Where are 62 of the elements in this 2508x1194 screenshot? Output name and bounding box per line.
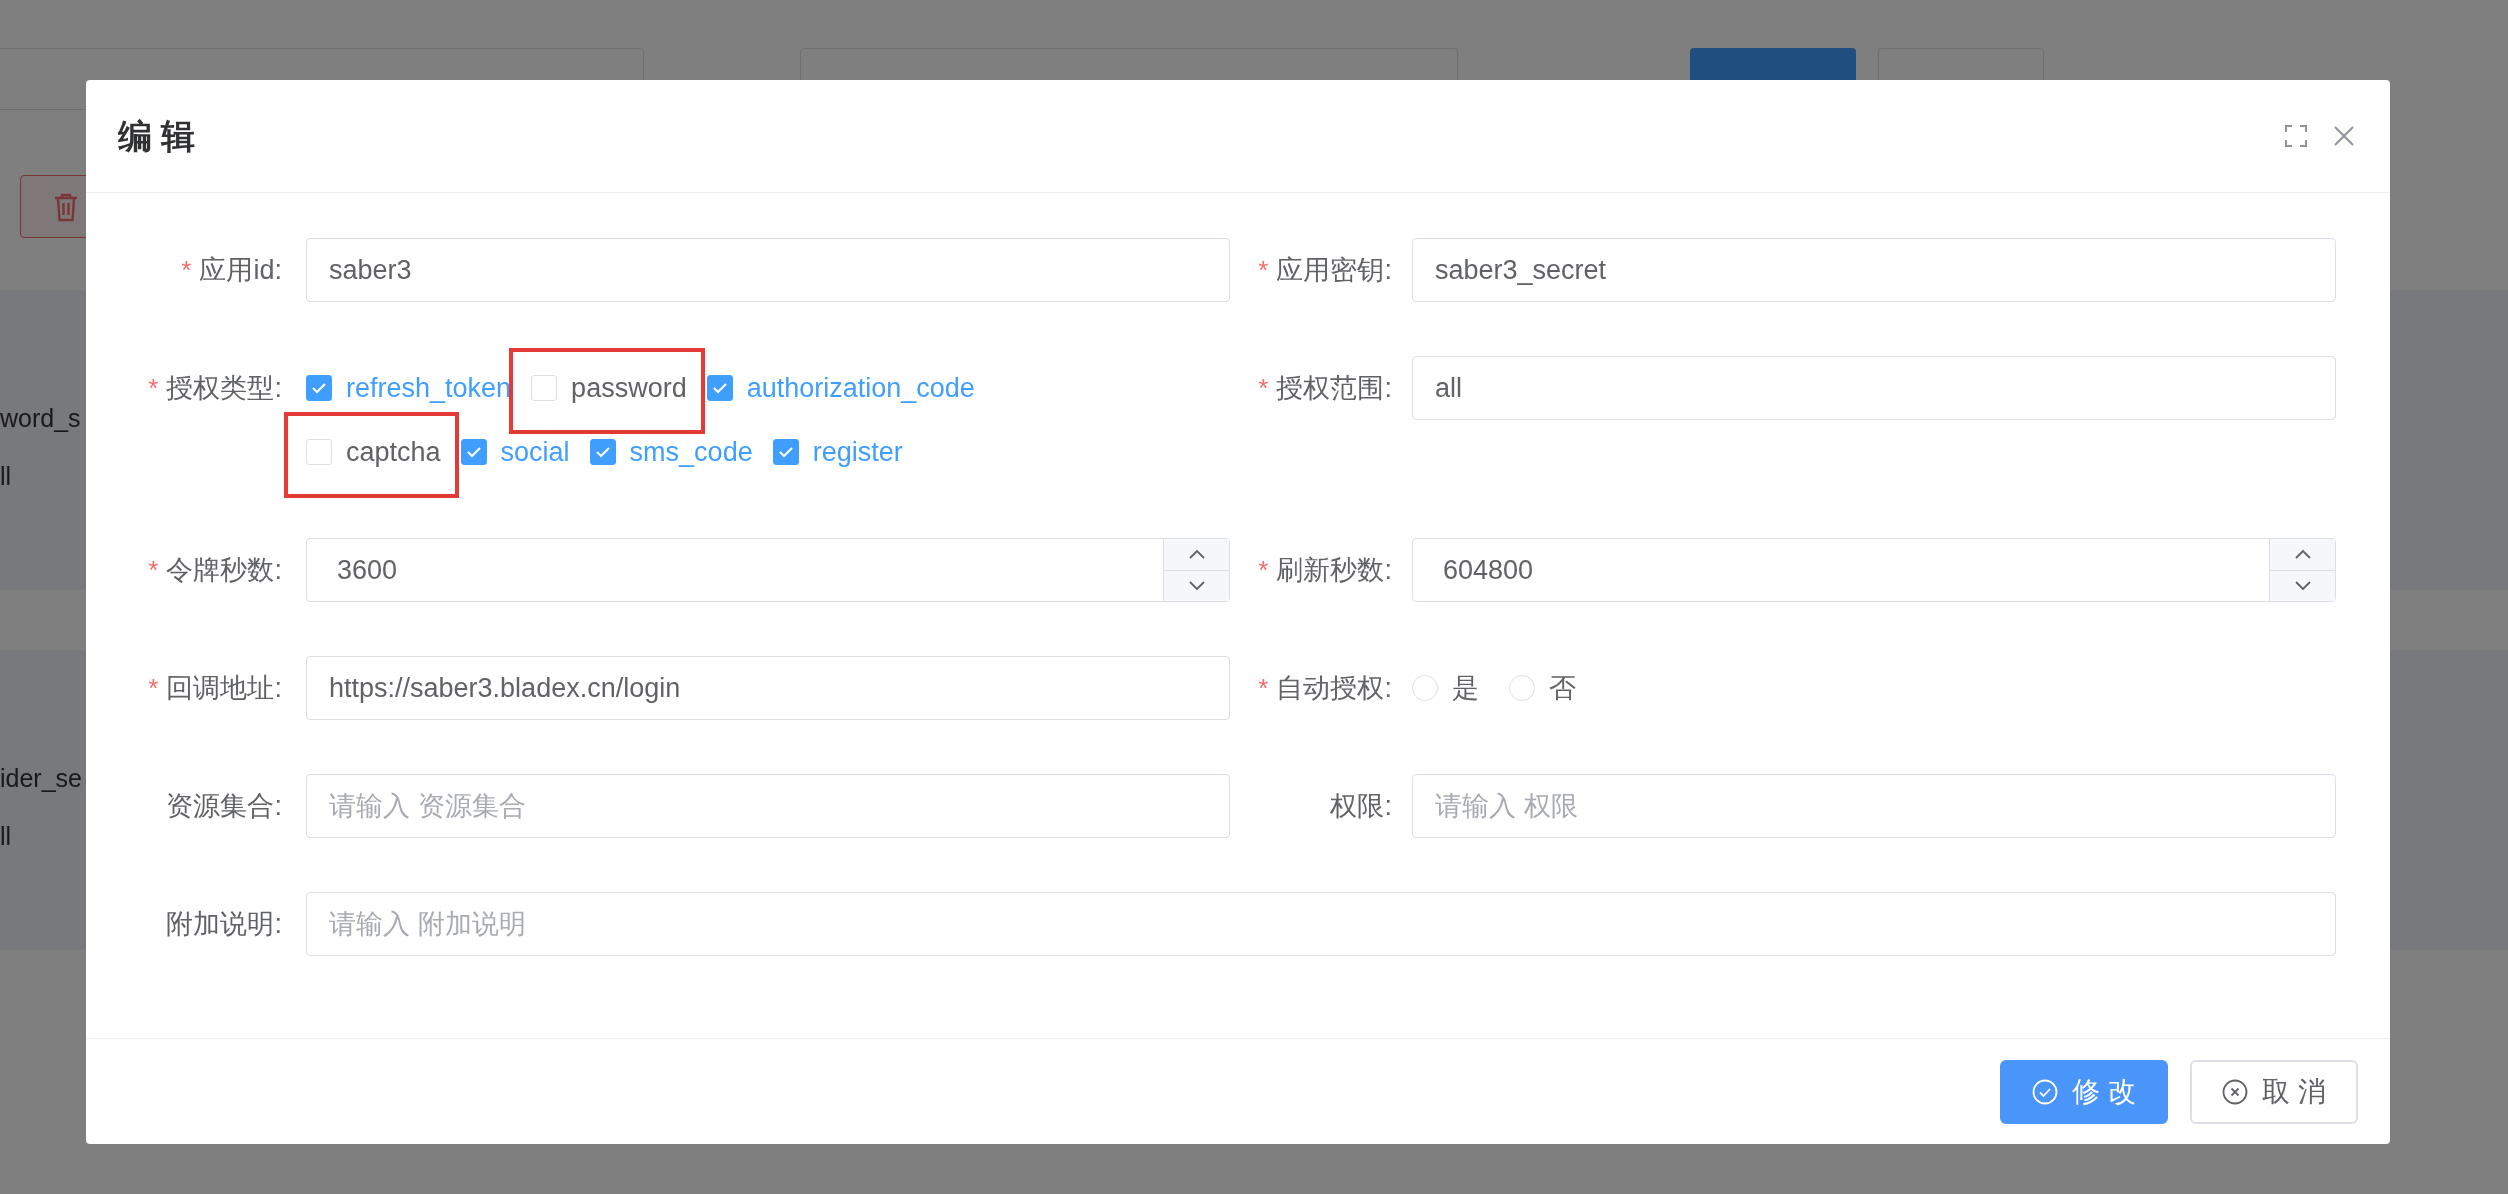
field-label: 应用密钥:	[1276, 253, 1392, 287]
field-label: 授权范围:	[1276, 371, 1392, 405]
table-cell-text: ider_se	[0, 763, 82, 794]
input-field[interactable]: 请输入 资源集合	[306, 774, 1230, 838]
checkbox-label[interactable]: captcha	[346, 431, 441, 473]
table-cell-text: ll	[0, 460, 12, 492]
input-field[interactable]: https://saber3.bladex.cn/login	[306, 656, 1230, 720]
field-label: 回调地址:	[166, 671, 282, 705]
check-icon	[311, 382, 327, 394]
field-label: 资源集合:	[166, 789, 282, 823]
field-label: 附加说明:	[166, 907, 282, 941]
input-field[interactable]: 请输入 权限	[1412, 774, 2336, 838]
required-mark: *	[148, 671, 159, 705]
checkbox[interactable]	[460, 439, 487, 465]
radio-button[interactable]	[1412, 675, 1438, 701]
field-label: 应用id:	[199, 253, 282, 287]
chevron-up-icon	[1187, 549, 1206, 560]
input-field[interactable]: saber3_secret	[1412, 238, 2336, 302]
required-mark: *	[1258, 253, 1269, 287]
fullscreen-icon	[2284, 124, 2308, 148]
table-cell-text: word_s	[0, 403, 81, 434]
field-label: 授权类型:	[166, 371, 282, 405]
chevron-down-icon	[1187, 580, 1206, 591]
increment-button[interactable]	[2270, 539, 2335, 571]
check-icon	[777, 446, 794, 458]
close-icon	[2332, 124, 2356, 148]
field-label: 刷新秒数:	[1276, 553, 1392, 587]
input-field[interactable]: all	[1412, 356, 2336, 420]
checkbox-label[interactable]: password	[571, 367, 687, 409]
table-cell-text: ll	[0, 820, 12, 852]
checkbox[interactable]	[306, 375, 332, 401]
chevron-down-icon	[2293, 580, 2312, 591]
required-mark: *	[1258, 371, 1269, 405]
radio-button[interactable]	[1509, 675, 1535, 701]
checkbox[interactable]	[589, 439, 616, 465]
trash-icon	[53, 191, 79, 222]
field-label: 自动授权:	[1276, 671, 1392, 705]
chevron-up-icon	[2293, 549, 2312, 560]
close-circle-icon	[2222, 1078, 2249, 1105]
field-label: 权限:	[1330, 789, 1392, 823]
input-field[interactable]: 请输入 附加说明	[306, 892, 2336, 956]
radio-label[interactable]: 否	[1549, 667, 1576, 709]
required-mark: *	[1258, 671, 1269, 705]
checkbox[interactable]	[706, 375, 733, 401]
checkbox[interactable]	[772, 439, 799, 465]
check-icon	[465, 446, 482, 458]
required-mark: *	[1258, 553, 1269, 587]
check-icon	[711, 382, 728, 394]
required-mark: *	[148, 553, 159, 587]
check-icon	[594, 446, 611, 458]
radio-label[interactable]: 是	[1452, 667, 1479, 709]
increment-button[interactable]	[1164, 539, 1229, 571]
required-mark: *	[181, 253, 192, 287]
decrement-button[interactable]	[1164, 570, 1229, 601]
decrement-button[interactable]	[2270, 570, 2335, 601]
required-mark: *	[148, 371, 159, 405]
input-field[interactable]: saber3	[306, 238, 1230, 302]
fullscreen-button[interactable]	[2282, 122, 2310, 150]
field-label: 令牌秒数:	[166, 553, 282, 587]
cancel-button[interactable]: 取 消	[2190, 1059, 2358, 1124]
dialog-title: 编 辑	[118, 115, 197, 157]
check-circle-icon	[2032, 1078, 2059, 1105]
